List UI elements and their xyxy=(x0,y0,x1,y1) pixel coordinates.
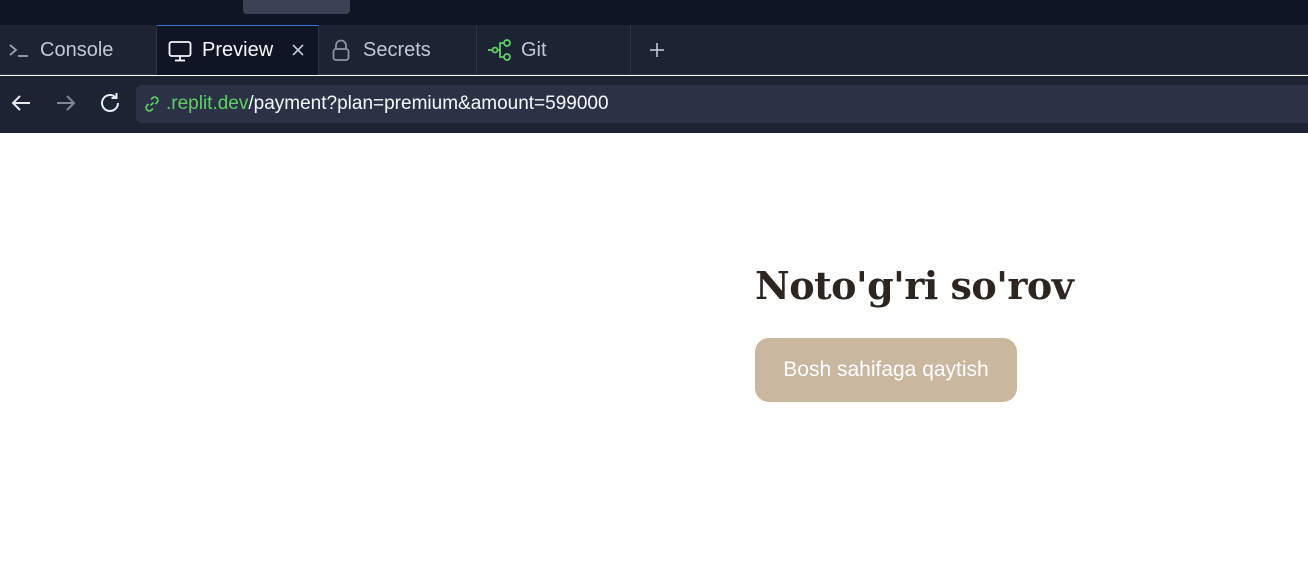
forward-button[interactable] xyxy=(53,92,79,118)
window-top-strip xyxy=(0,0,1308,25)
tab-label: Console xyxy=(40,38,114,61)
tab-label: Secrets xyxy=(363,38,431,61)
tab-console[interactable]: Console xyxy=(0,25,157,75)
lock-icon xyxy=(331,39,351,61)
top-pill[interactable] xyxy=(243,0,350,14)
preview-content: Noto'g'ri so'rov Bosh sahifaga qaytish xyxy=(0,133,1308,562)
reload-icon xyxy=(98,91,122,120)
tab-secrets[interactable]: Secrets xyxy=(319,25,477,75)
link-icon xyxy=(143,94,163,114)
url-bar: .replit.dev/payment?plan=premium&amount=… xyxy=(0,76,1308,133)
terminal-icon xyxy=(6,41,32,59)
url-host: .replit.dev xyxy=(166,93,249,114)
page-title: Noto'g'ri so'rov xyxy=(755,263,1074,308)
tab-preview[interactable]: Preview xyxy=(157,25,319,75)
url-path: /payment?plan=premium&amount=599000 xyxy=(248,93,609,114)
plus-icon xyxy=(649,42,665,58)
reload-button[interactable] xyxy=(97,92,123,118)
close-icon[interactable] xyxy=(288,40,308,60)
monitor-icon xyxy=(167,40,193,62)
git-branch-icon xyxy=(487,38,513,62)
arrow-left-icon xyxy=(10,93,32,118)
tab-git[interactable]: Git xyxy=(477,25,631,75)
url-input[interactable]: .replit.dev/payment?plan=premium&amount=… xyxy=(136,85,1308,123)
add-tab-button[interactable] xyxy=(631,25,683,75)
arrow-right-icon xyxy=(55,93,77,118)
tab-bar: Console Preview Secrets Git xyxy=(0,25,1308,75)
tab-label: Git xyxy=(521,38,547,61)
tab-label: Preview xyxy=(202,39,274,61)
back-button[interactable] xyxy=(8,92,34,118)
home-button[interactable]: Bosh sahifaga qaytish xyxy=(755,338,1017,402)
